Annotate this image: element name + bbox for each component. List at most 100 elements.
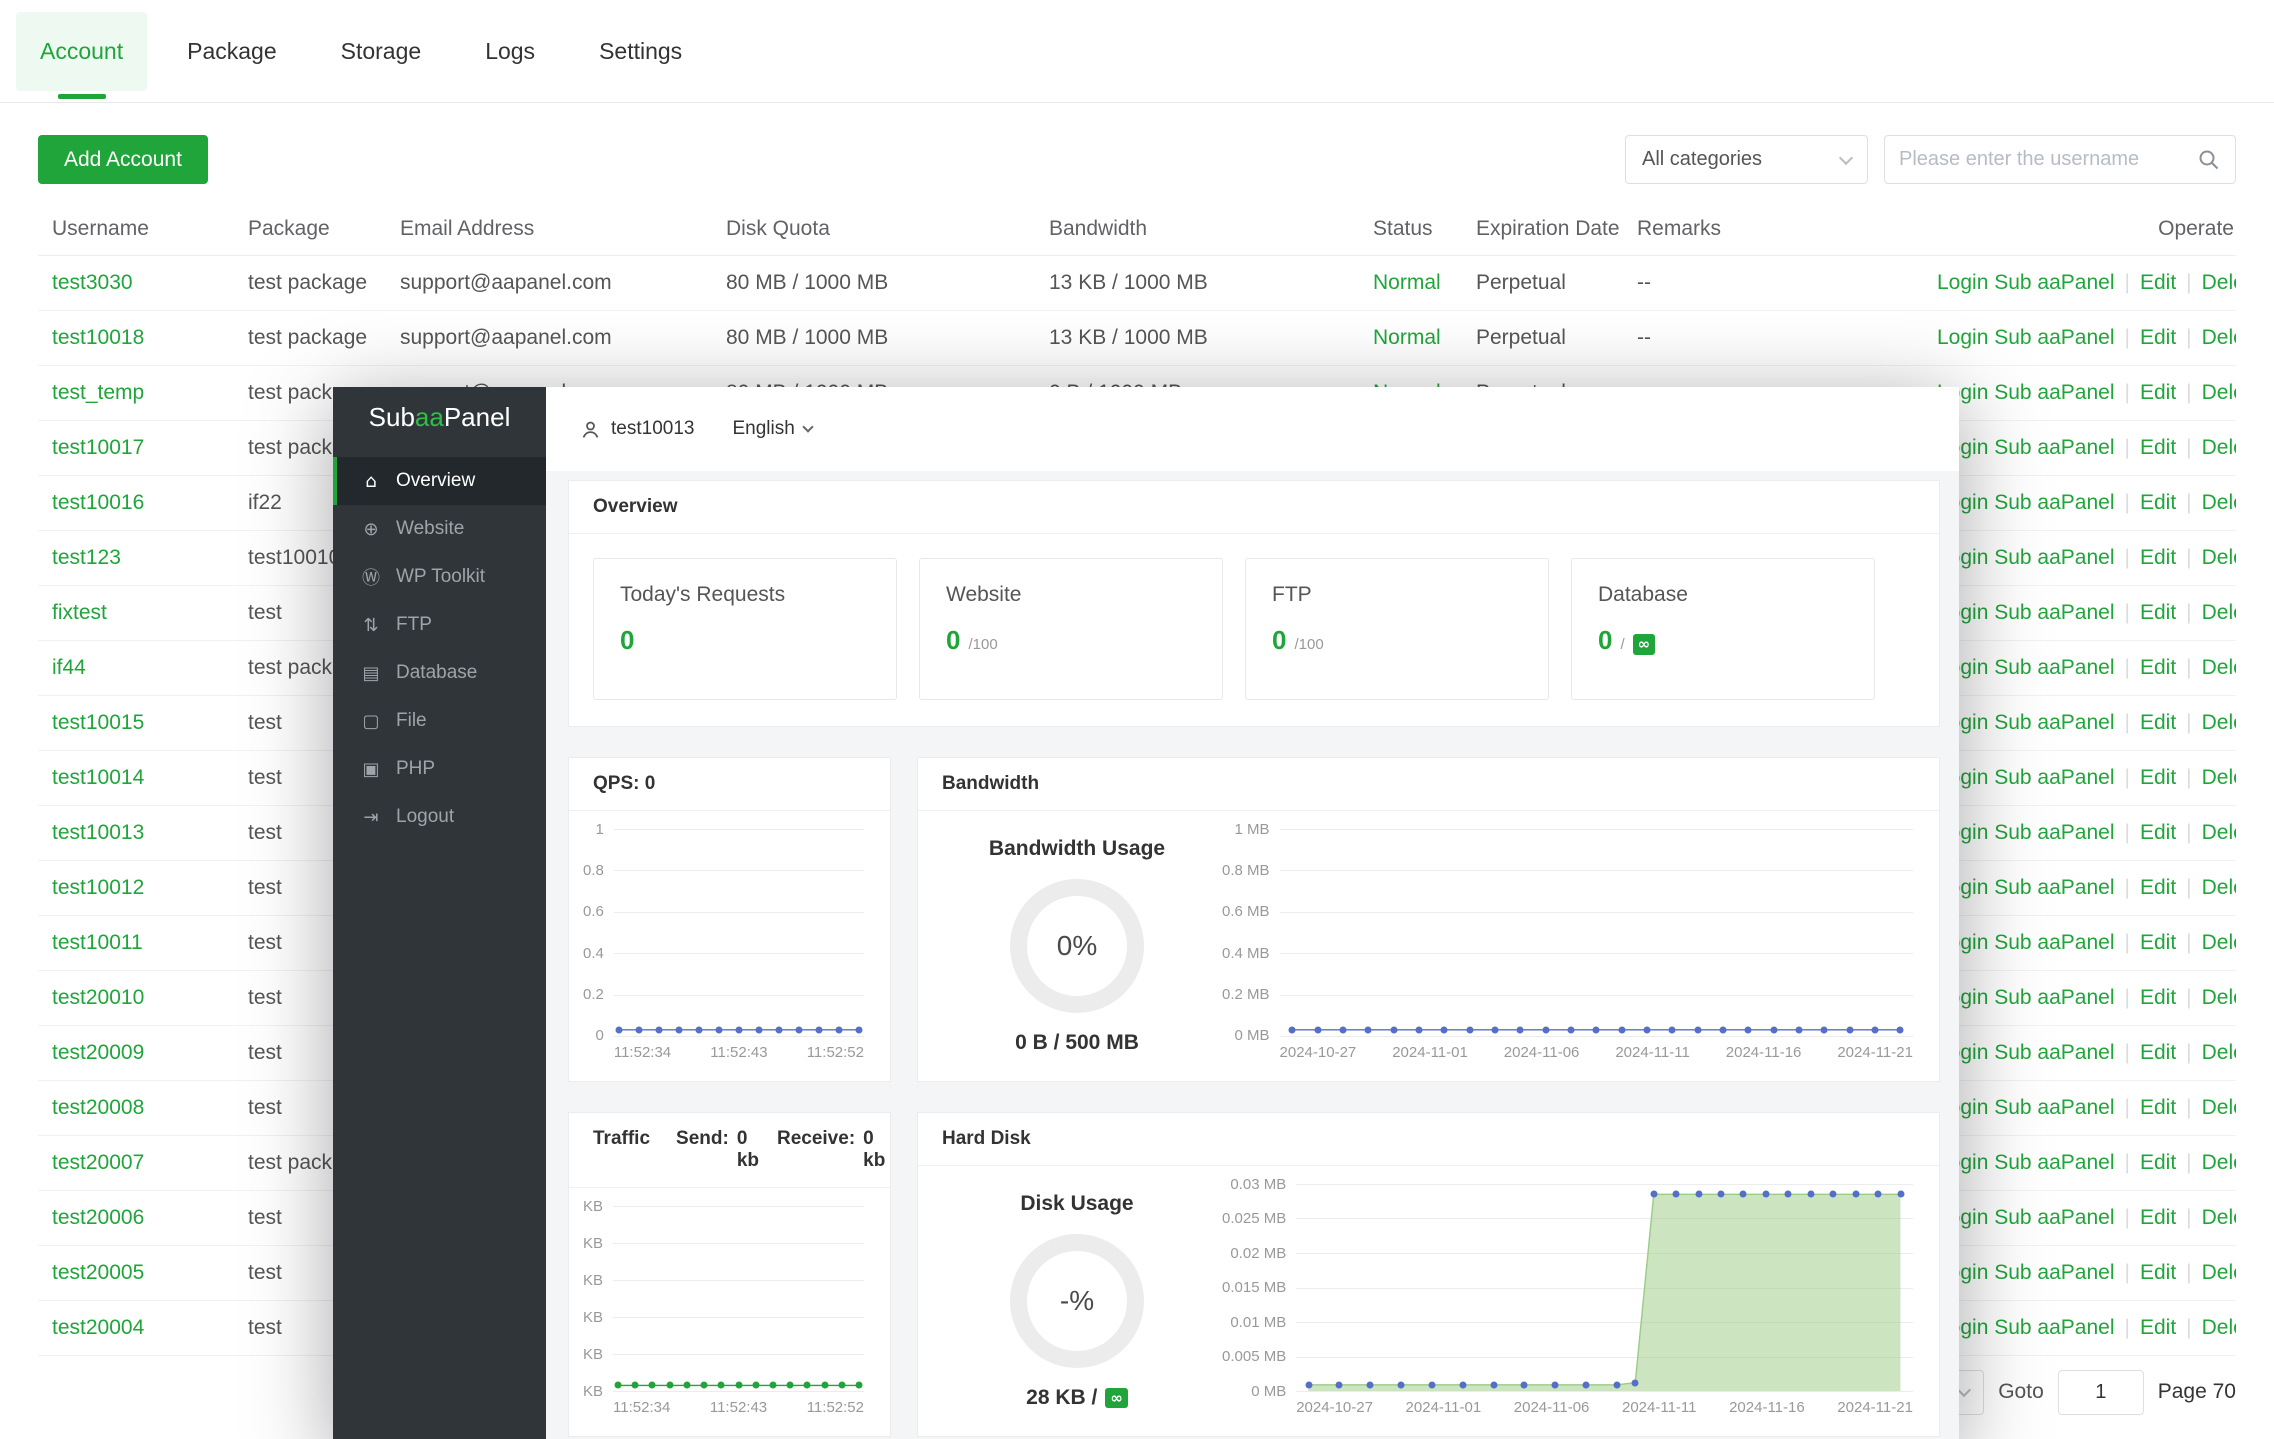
tab-package[interactable]: Package <box>163 12 301 91</box>
delete-link[interactable]: Delete <box>2202 1041 2236 1064</box>
edit-link[interactable]: Edit <box>2140 491 2176 514</box>
login-sub-aapanel-link[interactable]: Login Sub aaPanel <box>1937 931 2115 954</box>
login-sub-aapanel-link[interactable]: Login Sub aaPanel <box>1937 271 2115 294</box>
delete-link[interactable]: Delete <box>2202 381 2236 404</box>
login-sub-aapanel-link[interactable]: Login Sub aaPanel <box>1937 766 2115 789</box>
sidebar-item-ftp[interactable]: ⇅FTP <box>333 601 546 649</box>
login-sub-aapanel-link[interactable]: Login Sub aaPanel <box>1937 1041 2115 1064</box>
username-link[interactable]: test_temp <box>38 365 234 420</box>
login-sub-aapanel-link[interactable]: Login Sub aaPanel <box>1937 1206 2115 1229</box>
edit-link[interactable]: Edit <box>2140 931 2176 954</box>
username-link[interactable]: test20009 <box>38 1025 234 1080</box>
add-account-button[interactable]: Add Account <box>38 135 208 184</box>
username-link[interactable]: test10013 <box>38 805 234 860</box>
username-link[interactable]: test20004 <box>38 1300 234 1355</box>
edit-link[interactable]: Edit <box>2140 1316 2176 1339</box>
login-sub-aapanel-link[interactable]: Login Sub aaPanel <box>1937 876 2115 899</box>
edit-link[interactable]: Edit <box>2140 876 2176 899</box>
username-link[interactable]: test123 <box>38 530 234 585</box>
login-sub-aapanel-link[interactable]: Login Sub aaPanel <box>1937 381 2115 404</box>
username-link[interactable]: test20010 <box>38 970 234 1025</box>
tab-logs[interactable]: Logs <box>461 12 559 91</box>
login-sub-aapanel-link[interactable]: Login Sub aaPanel <box>1937 986 2115 1009</box>
edit-link[interactable]: Edit <box>2140 436 2176 459</box>
tab-account[interactable]: Account <box>16 12 147 91</box>
goto-page-input[interactable] <box>2058 1370 2144 1415</box>
edit-link[interactable]: Edit <box>2140 711 2176 734</box>
search-icon[interactable] <box>2197 148 2221 172</box>
edit-link[interactable]: Edit <box>2140 381 2176 404</box>
search-input[interactable] <box>1899 148 2197 171</box>
edit-link[interactable]: Edit <box>2140 766 2176 789</box>
delete-link[interactable]: Delete <box>2202 326 2236 349</box>
username-link[interactable]: fixtest <box>38 585 234 640</box>
username-link[interactable]: test20005 <box>38 1245 234 1300</box>
edit-link[interactable]: Edit <box>2140 821 2176 844</box>
username-link[interactable]: test20006 <box>38 1190 234 1245</box>
delete-link[interactable]: Delete <box>2202 1151 2236 1174</box>
category-filter-select[interactable]: All categories <box>1625 135 1868 184</box>
sidebar-item-website[interactable]: ⊕Website <box>333 505 546 553</box>
login-sub-aapanel-link[interactable]: Login Sub aaPanel <box>1937 821 2115 844</box>
login-sub-aapanel-link[interactable]: Login Sub aaPanel <box>1937 491 2115 514</box>
login-sub-aapanel-link[interactable]: Login Sub aaPanel <box>1937 601 2115 624</box>
edit-link[interactable]: Edit <box>2140 1151 2176 1174</box>
delete-link[interactable]: Delete <box>2202 491 2236 514</box>
edit-link[interactable]: Edit <box>2140 271 2176 294</box>
delete-link[interactable]: Delete <box>2202 1096 2236 1119</box>
delete-link[interactable]: Delete <box>2202 1316 2236 1339</box>
login-sub-aapanel-link[interactable]: Login Sub aaPanel <box>1937 711 2115 734</box>
username-link[interactable]: test10012 <box>38 860 234 915</box>
tab-settings[interactable]: Settings <box>575 12 706 91</box>
login-sub-aapanel-link[interactable]: Login Sub aaPanel <box>1937 656 2115 679</box>
sidebar-item-php[interactable]: ▣PHP <box>333 745 546 793</box>
edit-link[interactable]: Edit <box>2140 546 2176 569</box>
login-sub-aapanel-link[interactable]: Login Sub aaPanel <box>1937 326 2115 349</box>
delete-link[interactable]: Delete <box>2202 601 2236 624</box>
username-link[interactable]: if44 <box>38 640 234 695</box>
login-sub-aapanel-link[interactable]: Login Sub aaPanel <box>1937 546 2115 569</box>
topbar-username[interactable]: test10013 <box>611 418 694 440</box>
delete-link[interactable]: Delete <box>2202 1261 2236 1284</box>
delete-link[interactable]: Delete <box>2202 821 2236 844</box>
sidebar-item-database[interactable]: ▤Database <box>333 649 546 697</box>
sidebar-item-logout[interactable]: ⇥Logout <box>333 793 546 841</box>
username-link[interactable]: test10017 <box>38 420 234 475</box>
edit-link[interactable]: Edit <box>2140 1041 2176 1064</box>
username-link[interactable]: test10011 <box>38 915 234 970</box>
sidebar-item-wp-toolkit[interactable]: ⓌWP Toolkit <box>333 553 546 601</box>
language-select[interactable]: English <box>732 418 811 440</box>
edit-link[interactable]: Edit <box>2140 326 2176 349</box>
delete-link[interactable]: Delete <box>2202 876 2236 899</box>
tab-storage[interactable]: Storage <box>317 12 446 91</box>
edit-link[interactable]: Edit <box>2140 1206 2176 1229</box>
edit-link[interactable]: Edit <box>2140 1261 2176 1284</box>
login-sub-aapanel-link[interactable]: Login Sub aaPanel <box>1937 1316 2115 1339</box>
delete-link[interactable]: Delete <box>2202 711 2236 734</box>
delete-link[interactable]: Delete <box>2202 271 2236 294</box>
login-sub-aapanel-link[interactable]: Login Sub aaPanel <box>1937 1096 2115 1119</box>
username-link[interactable]: test10016 <box>38 475 234 530</box>
edit-link[interactable]: Edit <box>2140 656 2176 679</box>
username-link[interactable]: test20008 <box>38 1080 234 1135</box>
edit-link[interactable]: Edit <box>2140 601 2176 624</box>
delete-link[interactable]: Delete <box>2202 766 2236 789</box>
delete-link[interactable]: Delete <box>2202 931 2236 954</box>
username-link[interactable]: test10018 <box>38 310 234 365</box>
delete-link[interactable]: Delete <box>2202 546 2236 569</box>
edit-link[interactable]: Edit <box>2140 986 2176 1009</box>
login-sub-aapanel-link[interactable]: Login Sub aaPanel <box>1937 1151 2115 1174</box>
login-sub-aapanel-link[interactable]: Login Sub aaPanel <box>1937 436 2115 459</box>
username-link[interactable]: test10015 <box>38 695 234 750</box>
username-link[interactable]: test3030 <box>38 255 234 310</box>
username-link[interactable]: test10014 <box>38 750 234 805</box>
delete-link[interactable]: Delete <box>2202 656 2236 679</box>
username-link[interactable]: test20007 <box>38 1135 234 1190</box>
delete-link[interactable]: Delete <box>2202 436 2236 459</box>
login-sub-aapanel-link[interactable]: Login Sub aaPanel <box>1937 1261 2115 1284</box>
delete-link[interactable]: Delete <box>2202 986 2236 1009</box>
delete-link[interactable]: Delete <box>2202 1206 2236 1229</box>
sidebar-item-file[interactable]: ▢File <box>333 697 546 745</box>
sidebar-item-overview[interactable]: ⌂Overview <box>333 457 546 505</box>
edit-link[interactable]: Edit <box>2140 1096 2176 1119</box>
